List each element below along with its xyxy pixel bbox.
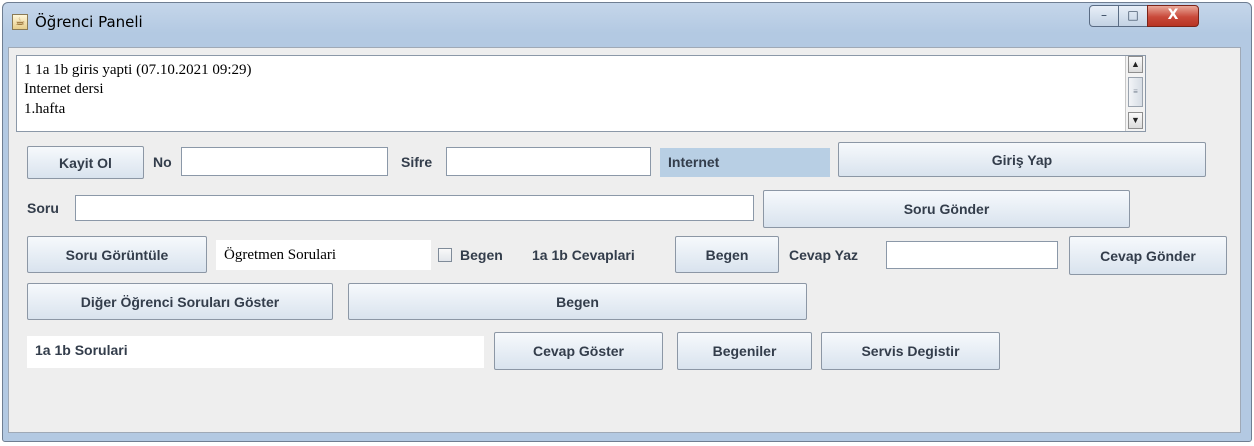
- view-questions-button[interactable]: Soru Görüntüle: [27, 236, 207, 273]
- send-answer-button[interactable]: Cevap Gönder: [1069, 236, 1227, 275]
- scroll-down-icon[interactable]: ▼: [1128, 112, 1143, 129]
- login-button[interactable]: Giriş Yap: [838, 142, 1206, 177]
- question-label: Soru: [27, 200, 59, 216]
- change-service-button[interactable]: Servis Degistir: [821, 332, 1000, 370]
- my-questions-field: 1a 1b Sorulari: [27, 336, 484, 368]
- close-button[interactable]: X: [1147, 5, 1199, 27]
- minimize-button[interactable]: –: [1089, 5, 1119, 27]
- log-line: Internet dersi: [24, 81, 104, 97]
- show-other-questions-button[interactable]: Diğer Öğrenci Soruları Göster: [27, 283, 333, 320]
- answers-label: 1a 1b Cevaplari: [532, 247, 635, 263]
- send-question-button[interactable]: Soru Gönder: [763, 190, 1130, 228]
- likes-button[interactable]: Begeniler: [677, 332, 812, 370]
- password-input[interactable]: [446, 147, 651, 176]
- window-title: Öğrenci Paneli: [35, 13, 143, 31]
- teacher-questions-label: Ögretmen Sorulari: [224, 247, 337, 263]
- like-checkbox[interactable]: [438, 248, 452, 262]
- no-input[interactable]: [181, 147, 388, 176]
- like-checkbox-label[interactable]: Begen: [460, 247, 503, 263]
- log-scrollbar[interactable]: ▲ ≡ ▼: [1125, 56, 1145, 131]
- log-textarea[interactable]: 1 1a 1b giris yapti (07.10.2021 09:29) I…: [16, 55, 1146, 132]
- my-questions-label: 1a 1b Sorulari: [35, 342, 128, 358]
- answer-input[interactable]: [886, 241, 1058, 269]
- log-line: 1 1a 1b giris yapti (07.10.2021 09:29): [24, 62, 252, 78]
- question-input[interactable]: [75, 195, 754, 221]
- teacher-questions-field: Ögretmen Sorulari: [216, 240, 431, 270]
- java-cup-icon: ☕: [12, 14, 28, 30]
- scroll-up-icon[interactable]: ▲: [1128, 56, 1143, 73]
- register-button[interactable]: Kayit Ol: [27, 146, 144, 179]
- like-answer-button[interactable]: Begen: [675, 236, 779, 273]
- course-label: Internet: [660, 148, 830, 177]
- like-other-button[interactable]: Begen: [348, 283, 807, 320]
- maximize-button[interactable]: □: [1118, 5, 1148, 27]
- password-label: Sifre: [401, 154, 433, 170]
- write-answer-label: Cevap Yaz: [789, 247, 859, 263]
- title-bar[interactable]: ☕ Öğrenci Paneli – □ X: [3, 3, 1251, 43]
- log-line: 1.hafta: [24, 101, 66, 117]
- scroll-thumb[interactable]: ≡: [1128, 77, 1143, 107]
- show-answer-button[interactable]: Cevap Göster: [494, 332, 663, 370]
- no-label: No: [153, 154, 172, 170]
